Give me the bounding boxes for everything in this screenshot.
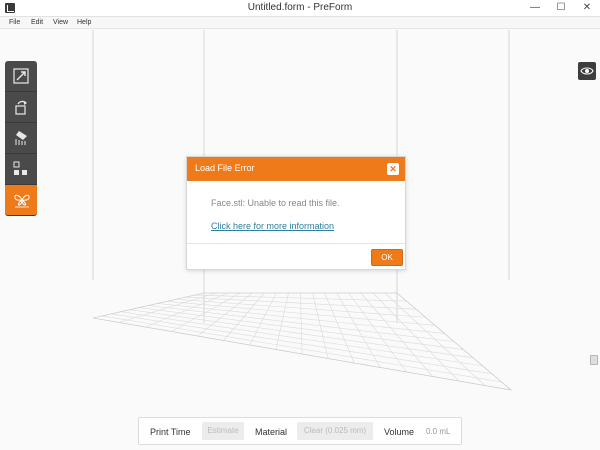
- supports-tool-button[interactable]: [5, 123, 37, 154]
- load-file-error-dialog: Load File Error ✕ Face.stl: Unable to re…: [186, 156, 406, 270]
- more-information-link[interactable]: Click here for more information: [211, 221, 334, 231]
- build-platform-grid: [92, 292, 513, 391]
- scale-tool-button[interactable]: [5, 61, 37, 92]
- title-bar: Untitled.form - PreForm — ☐ ✕: [0, 0, 600, 17]
- layout-icon: [13, 161, 27, 175]
- scale-icon: [13, 68, 29, 84]
- dialog-divider: [187, 243, 405, 244]
- zoom-slider-handle[interactable]: [590, 355, 598, 365]
- ok-button[interactable]: OK: [371, 249, 403, 266]
- close-window-button[interactable]: ✕: [574, 0, 600, 16]
- error-message: Face.stl: Unable to read this file.: [211, 198, 340, 208]
- minimize-button[interactable]: —: [522, 0, 548, 16]
- orientation-tool-button[interactable]: [5, 92, 37, 123]
- menu-bar: File Edit View Help: [0, 17, 600, 29]
- menu-view[interactable]: View: [53, 17, 68, 29]
- volume-label: Volume: [384, 427, 415, 437]
- print-summary-bar: Print Time Estimate Material Clear (0.02…: [138, 417, 462, 445]
- menu-help[interactable]: Help: [77, 17, 91, 29]
- dialog-title: Load File Error: [195, 163, 255, 173]
- orientation-icon: [15, 100, 27, 115]
- one-click-print-button[interactable]: [5, 185, 37, 216]
- left-toolbar: [5, 61, 37, 216]
- visibility-toggle-button[interactable]: [578, 62, 596, 80]
- estimate-button[interactable]: Estimate: [202, 422, 244, 440]
- material-label: Material: [255, 427, 288, 437]
- menu-edit[interactable]: Edit: [31, 17, 43, 29]
- dialog-header: Load File Error ✕: [187, 157, 405, 181]
- dialog-close-button[interactable]: ✕: [387, 163, 399, 175]
- one-click-print-icon: [14, 194, 30, 208]
- print-time-label: Print Time: [150, 427, 191, 437]
- layout-tool-button[interactable]: [5, 154, 37, 185]
- volume-value: 0.0 mL: [426, 427, 451, 436]
- eye-icon: [580, 67, 594, 75]
- maximize-button[interactable]: ☐: [548, 0, 574, 16]
- window-title: Untitled.form - PreForm: [247, 2, 353, 13]
- menu-file[interactable]: File: [9, 17, 20, 29]
- supports-icon: [15, 131, 27, 145]
- material-select[interactable]: Clear (0.025 mm): [297, 422, 373, 440]
